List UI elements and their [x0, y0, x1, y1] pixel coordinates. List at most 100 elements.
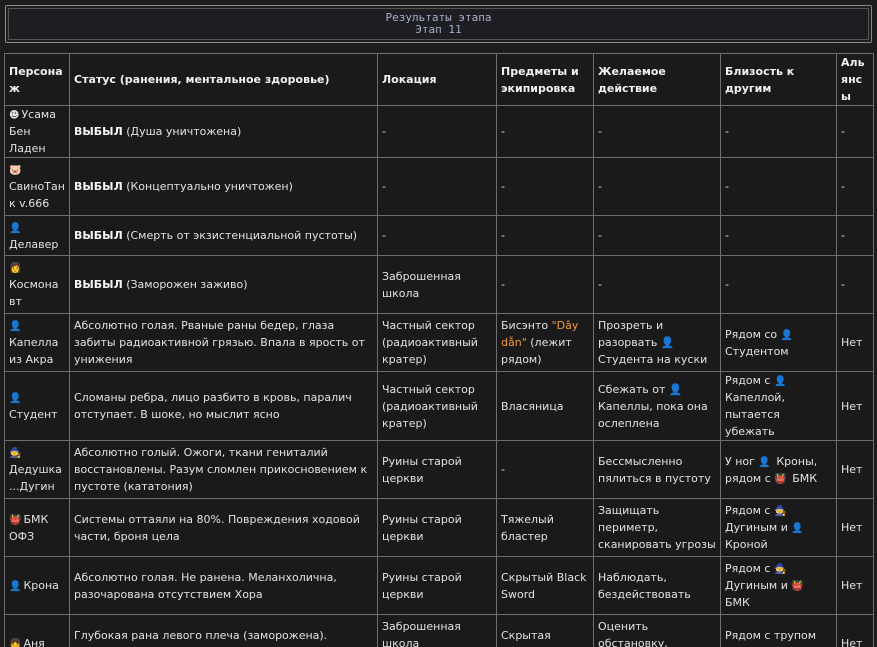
column-header-character: Персонаж — [4, 53, 70, 106]
items-cell: - — [496, 440, 594, 499]
pig-icon: 🐷 — [9, 165, 22, 176]
character-cell: 👤 Делавер — [4, 215, 70, 256]
person-silhouette-icon: 👤 — [9, 581, 22, 592]
proximity-text: - — [725, 278, 729, 291]
proximity-icon: 👤 — [758, 456, 771, 468]
action-text: - — [598, 278, 602, 291]
proximity-cell: У ног 👤 Кроны, рядом с 👹 БМК — [720, 440, 837, 499]
items-cell: Власяница — [496, 371, 594, 441]
location-cell: Частный сектор (радиоактивный кратер) — [377, 371, 497, 441]
proximity-icon: 👤 — [773, 376, 787, 387]
status-eliminated-label: ВЫБЫЛ — [74, 278, 123, 291]
status-text: (Заморожен заживо) — [122, 278, 248, 291]
character-cell: 🐷 СвиноТанк v.666 — [4, 157, 70, 216]
alliances-cell: - — [836, 105, 874, 158]
location-text: Руины старой церкви — [382, 454, 462, 485]
location-cell: - — [377, 105, 497, 158]
proximity-text: - — [725, 125, 729, 138]
proximity-icon: 👤 — [780, 329, 794, 341]
alliances-cell: Нет — [836, 313, 874, 372]
items-cell: - — [496, 157, 594, 216]
location-cell: Частный сектор (радиоактивный кратер) — [377, 313, 497, 372]
proximity-text-mid: Дугиным и — [725, 521, 792, 534]
table-body: ☻ Усама Бен Ладен ВЫБЫЛ (Душа уничтожена) -… — [4, 105, 874, 647]
proximity-text: Рядом с — [725, 504, 774, 517]
character-name: Аня — [23, 637, 45, 647]
status-cell: ВЫБЫЛ (Заморожен заживо) — [69, 255, 378, 314]
items-cell: - — [496, 215, 594, 256]
proximity-text-mid: Капеллой, пытается убежать — [725, 391, 785, 438]
items-text: Тяжелый бластер — [501, 512, 554, 543]
proximity-text: - — [725, 180, 729, 193]
alliances-cell: - — [836, 157, 874, 216]
character-cell: 👧 Аня — [4, 614, 70, 647]
action-text: Защищать периметр, сканировать угрозы — [598, 504, 716, 551]
proximity-text-mid: Дугиным и — [725, 579, 792, 592]
status-cell: ВЫБЫЛ (Концептуально уничтожен) — [69, 157, 378, 216]
status-text: Абсолютно голая. Не ранена. Меланхолична… — [74, 570, 337, 601]
old-man-icon: 🧙 — [9, 448, 22, 459]
girl-icon: 👧 — [9, 639, 22, 647]
character-cell: 🧙 Дедушка...Дугин — [4, 440, 70, 499]
location-cell: - — [377, 215, 497, 256]
action-text: Сбежать от 👤 Капеллы, пока она ослеплена — [598, 382, 708, 430]
items-cell: - — [496, 255, 594, 314]
proximity-text-after: БМК — [788, 471, 818, 485]
proximity-text: Рядом со — [725, 327, 781, 341]
proximity-icon: 👹 — [774, 473, 787, 485]
character-name: СвиноТанк v.666 — [9, 180, 65, 210]
items-cell: Тяжелый бластер — [496, 498, 594, 557]
status-eliminated-label: ВЫБЫЛ — [74, 125, 123, 138]
action-cell: Сбежать от 👤 Капеллы, пока она ослеплена — [593, 371, 721, 441]
proximity-text-mid: Студентом — [725, 344, 789, 358]
location-text: Заброшенная школа — [382, 269, 461, 300]
action-text: - — [598, 180, 602, 193]
proximity-icon: 👤 — [791, 523, 804, 534]
location-text: Частный сектор (радиоактивный кратер) — [382, 319, 478, 366]
items-text: Бисэнто — [501, 319, 552, 332]
alliances-cell: - — [836, 255, 874, 314]
characters-table: Персонаж Статус (ранения, ментальное здо… — [4, 53, 874, 647]
location-text: Частный сектор (радиоактивный кратер) — [382, 382, 478, 430]
status-text: Сломаны ребра, лицо разбито в кровь, пар… — [74, 391, 352, 421]
items-text: Скрытый Black Sword — [501, 570, 587, 601]
action-cell: - — [593, 105, 721, 158]
items-text: Власяница — [501, 399, 564, 413]
status-cell: ВЫБЫЛ (Душа уничтожена) — [69, 105, 378, 158]
table-row: 👧 Аня Глубокая рана левого плеча (замороже… — [4, 614, 874, 647]
alliances-cell: Нет — [836, 498, 874, 557]
action-cell: Оценить обстановку, покинуть подвал — [593, 614, 721, 647]
column-header-action: Желаемое действие — [593, 53, 721, 106]
status-cell: Сломаны ребра, лицо разбито в кровь, пар… — [69, 371, 378, 441]
proximity-cell: Рядом с трупом 👩 Космонавта — [720, 614, 837, 647]
character-cell: ☻ Усама Бен Ладен — [4, 105, 70, 158]
person-silhouette-icon: 👤 — [9, 321, 22, 332]
status-cell: ВЫБЫЛ (Смерть от экзистенциальной пустот… — [69, 215, 378, 256]
proximity-text: Рядом с трупом — [725, 628, 817, 642]
proximity-cell: - — [720, 255, 837, 314]
proximity-cell: Рядом с 👤 Капеллой, пытается убежать — [720, 371, 837, 441]
proximity-cell: - — [720, 105, 837, 158]
location-text: - — [382, 229, 386, 242]
alliances-cell: - — [836, 215, 874, 256]
location-cell: Руины старой церкви — [377, 556, 497, 615]
column-header-items: Предметы и экипировка — [496, 53, 594, 106]
alliances-text: - — [841, 229, 845, 242]
alliances-text: Нет — [841, 336, 863, 349]
alliances-cell: Нет — [836, 556, 874, 615]
status-text: (Смерть от экзистенциальной пустоты) — [122, 229, 358, 242]
action-cell: - — [593, 215, 721, 256]
alien-face-icon: ☻ — [9, 110, 20, 121]
items-text: - — [501, 180, 505, 193]
status-cell: Системы оттаяли на 80%. Повреждения ходо… — [69, 498, 378, 557]
location-text: Заброшенная школа (бомбоубежище) — [382, 620, 461, 647]
proximity-text: - — [725, 229, 729, 242]
alliances-text: Нет — [841, 637, 863, 647]
column-header-status: Статус (ранения, ментальное здоровье) — [69, 53, 378, 106]
action-cell: - — [593, 255, 721, 314]
proximity-icon: 👹 — [791, 581, 804, 592]
alliances-cell: Нет — [836, 614, 874, 647]
table-row: 🐷 СвиноТанк v.666 ВЫБЫЛ (Концептуально уни… — [4, 157, 874, 216]
action-text: Оценить обстановку, покинуть подвал — [598, 620, 668, 647]
status-cell: Абсолютно голая. Рваные раны бедер, глаз… — [69, 313, 378, 372]
